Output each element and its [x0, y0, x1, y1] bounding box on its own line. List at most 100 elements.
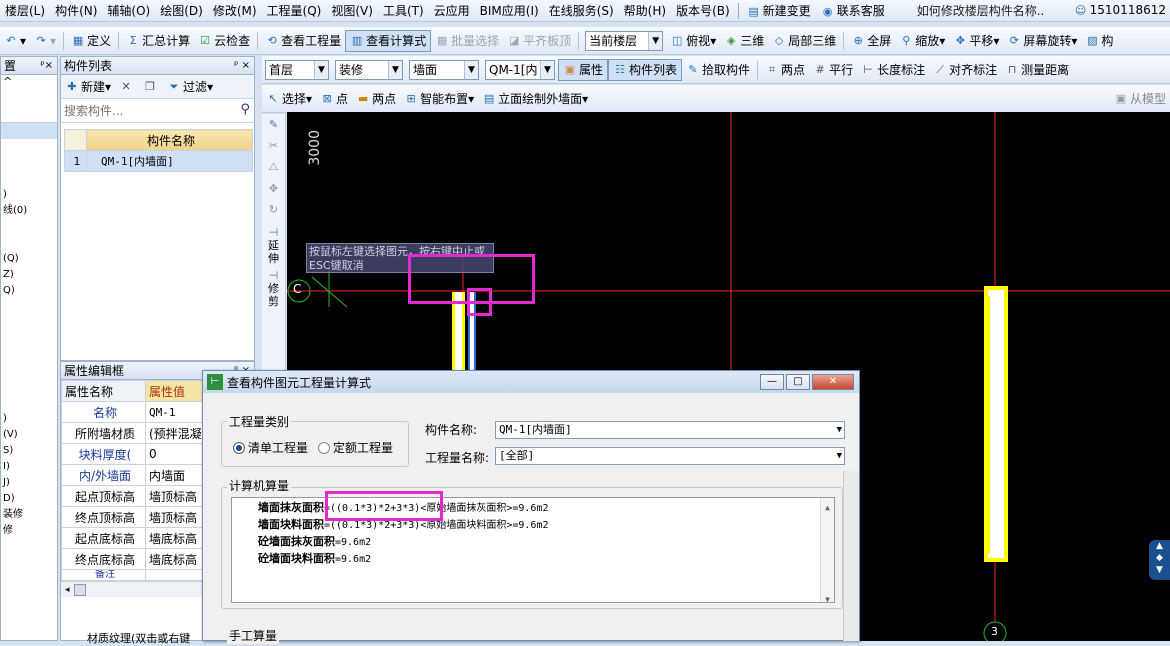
menu-component[interactable]: 构件(N)	[50, 2, 102, 19]
component-name-cell[interactable]: QM-1[内墙面]	[86, 150, 253, 172]
extend-icon[interactable]: ⊣	[262, 226, 285, 239]
menu-online[interactable]: 在线服务(S)	[544, 2, 619, 19]
rotate-icon[interactable]: ↻	[262, 203, 285, 216]
tree-item[interactable]	[3, 315, 57, 331]
batch-select-button[interactable]: ▦ 批量选择	[431, 30, 503, 52]
menu-quantity[interactable]: 工程量(Q)	[262, 2, 327, 19]
tree-item[interactable]	[3, 171, 57, 187]
trim-icon[interactable]: ⊣	[262, 269, 285, 282]
cloud-check-button[interactable]: ☑ 云检查	[194, 30, 254, 52]
zoom-button[interactable]: ⚲ 缩放 ▾	[895, 30, 949, 52]
minimize-button[interactable]: —	[760, 374, 784, 390]
mirror-icon[interactable]: ⧍	[262, 160, 285, 174]
scissors-icon[interactable]: ✂	[262, 139, 285, 152]
tree-item[interactable]: 线(0)	[3, 203, 57, 219]
table-row[interactable]: 1 QM-1[内墙面]	[64, 150, 253, 172]
tree-item[interactable]: )	[3, 411, 57, 427]
tree-item[interactable]	[3, 363, 57, 379]
menu-floor[interactable]: 楼层(L)	[0, 2, 50, 19]
calc-textarea[interactable]: 墙面抹灰面积=((0.1*3)*2+3*3)<原始墙面抹灰面积>=9.6m2 墙…	[231, 497, 835, 604]
point-button[interactable]: ⊠ 点	[316, 88, 352, 110]
elevation-draw-button[interactable]: ▤ 立面绘制外墙面 ▾	[478, 88, 592, 110]
tree-item[interactable]	[3, 235, 57, 251]
name-column-header[interactable]: 构件名称	[86, 129, 253, 151]
menu-axis[interactable]: 辅轴(O)	[102, 2, 155, 19]
scroll-thumb[interactable]	[73, 583, 86, 596]
view-formula-button[interactable]: ▥ 查看计算式	[345, 29, 432, 52]
component-select[interactable]: QM-1[内 ▼	[485, 59, 555, 80]
tree-item[interactable]: 装修	[3, 507, 57, 523]
redo-button[interactable]: ↷ ▾	[30, 30, 60, 52]
smart-place-button[interactable]: ⊞ 智能布置 ▾	[400, 88, 478, 110]
delete-component-button[interactable]: ✕	[115, 76, 139, 98]
from-model-button[interactable]: ▣ 从模型	[1110, 88, 1170, 110]
tree-item[interactable]: (Q)	[3, 251, 57, 267]
tree-selected-row[interactable]	[1, 123, 57, 139]
floor-scope-select[interactable]: 当前楼层 ▼	[585, 30, 664, 51]
comp-name-select[interactable]: QM-1[内墙面] ▼	[495, 421, 845, 439]
select-button[interactable]: ↖ 选择 ▾	[262, 88, 316, 110]
menu-tools[interactable]: 工具(T)	[378, 2, 429, 19]
full-screen-button[interactable]: ⊕ 全屏	[847, 30, 895, 52]
tree-item[interactable]: )	[3, 187, 57, 203]
close-button[interactable]: ✕	[812, 374, 854, 390]
tree-item[interactable]: Q)	[3, 283, 57, 299]
scroll-left-icon[interactable]: ◂	[61, 585, 74, 595]
tree-item[interactable]	[3, 395, 57, 411]
menu-version[interactable]: 版本号(B)	[671, 2, 735, 19]
radio-bill[interactable]	[233, 441, 245, 454]
radio-quota[interactable]	[318, 441, 331, 454]
scroll-up-icon[interactable]: ▲	[821, 500, 834, 516]
scroll-down-icon[interactable]: ▼	[821, 592, 834, 608]
pin-close-icon[interactable]: ᵖ ×	[230, 60, 254, 71]
tree-item[interactable]	[3, 155, 57, 171]
parallel-button[interactable]: # 平行	[809, 59, 857, 81]
pan-button[interactable]: ✥ 平移 ▾	[949, 30, 1003, 52]
align-dim-button[interactable]: ⟋ 对齐标注	[929, 59, 1001, 81]
new-component-button[interactable]: ✚ 新建 ▾	[61, 76, 115, 98]
define-button[interactable]: ▦ 定义	[67, 30, 115, 52]
menu-view[interactable]: 视图(V)	[326, 2, 378, 19]
tree-item[interactable]: J)	[3, 475, 57, 491]
search-icon[interactable]: ⚲	[240, 102, 250, 117]
tree-item[interactable]	[3, 379, 57, 395]
copy-component-button[interactable]: ❐	[139, 76, 163, 98]
3d-button[interactable]: ◈ 三维	[720, 30, 768, 52]
pick-component-button[interactable]: ✎ 拾取构件	[682, 59, 754, 81]
rotate-button[interactable]: ⟳ 屏幕旋转 ▾	[1003, 30, 1081, 52]
component-search-input[interactable]	[64, 102, 232, 120]
tree-item[interactable]: 修	[3, 523, 57, 539]
component-button[interactable]: ▧ 构	[1081, 30, 1117, 52]
undo-button[interactable]: ↶ ▾	[0, 30, 30, 52]
menu-draw[interactable]: 绘图(D)	[155, 2, 208, 19]
properties-button[interactable]: ▣ 属性	[558, 58, 609, 81]
tree-item[interactable]	[3, 219, 57, 235]
tree-item[interactable]	[3, 347, 57, 363]
component-list-button[interactable]: ☷ 构件列表	[608, 58, 683, 81]
measure-button[interactable]: ⊓ 测量距离	[1001, 59, 1073, 81]
new-change-button[interactable]: ▤ 新建变更	[742, 2, 816, 19]
pencil-icon[interactable]: ✎	[262, 118, 285, 131]
tree-item[interactable]	[3, 139, 57, 155]
menu-cloud[interactable]: 云应用	[429, 2, 475, 19]
top-view-button[interactable]: ◫ 俯视 ▾	[666, 30, 720, 52]
tree-item[interactable]: Z)	[3, 267, 57, 283]
two-point-button[interactable]: ▬ 两点	[352, 88, 400, 110]
flush-slab-button[interactable]: ◪ 平齐板顶	[503, 30, 575, 52]
summary-calc-button[interactable]: Σ 汇总计算	[122, 30, 194, 52]
dialog-scrollbar[interactable]	[843, 471, 859, 641]
qty-name-select[interactable]: [全部] ▼	[495, 447, 845, 465]
category-select[interactable]: 装修 ▼	[335, 59, 403, 80]
support-button[interactable]: ◉ 联系客服	[816, 2, 890, 19]
tree-item[interactable]	[3, 299, 57, 315]
menu-modify[interactable]: 修改(M)	[208, 2, 262, 19]
extend-button[interactable]: 延伸	[268, 239, 280, 265]
tree-item[interactable]: I)	[3, 459, 57, 475]
menu-bim[interactable]: BIM应用(I)	[475, 2, 544, 19]
floor-select[interactable]: 首层 ▼	[265, 59, 329, 80]
length-dim-button[interactable]: ⊢ 长度标注	[857, 59, 929, 81]
tree-item[interactable]	[3, 331, 57, 347]
nav-wheel[interactable]: ▲ ◆ ▼	[1149, 540, 1170, 580]
move-icon[interactable]: ✥	[262, 182, 285, 195]
user-account[interactable]: ☺ 1510118612	[1069, 3, 1170, 18]
